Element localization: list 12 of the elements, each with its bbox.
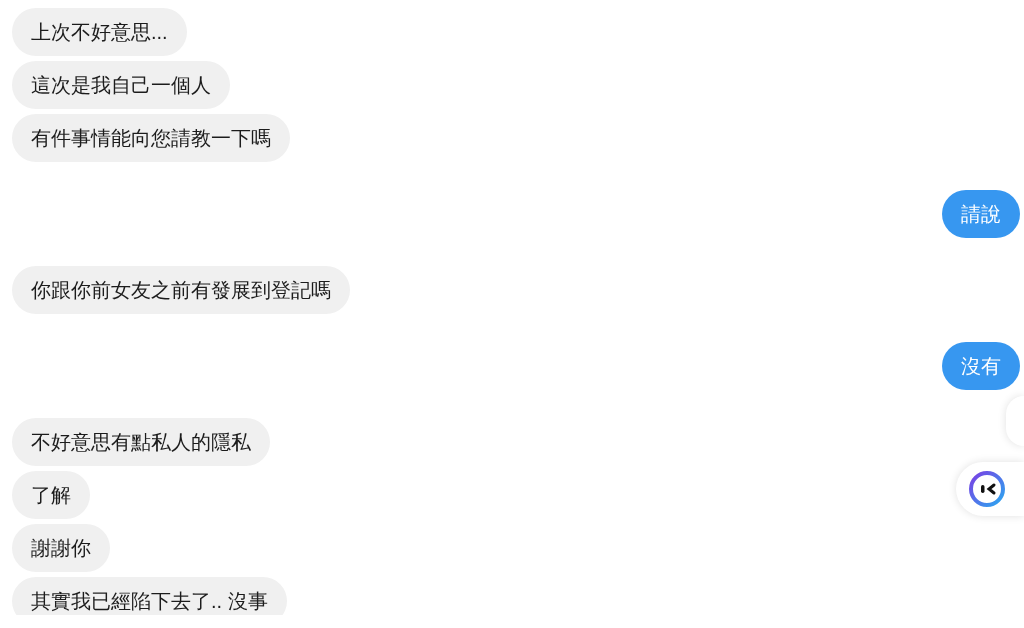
assistant-button[interactable] (956, 462, 1024, 516)
outgoing-message: 沒有 (942, 342, 1020, 390)
incoming-message: 其實我已經陷下去了.. 沒事 (12, 577, 287, 615)
outgoing-message: 請說 (942, 190, 1020, 238)
face-logo-icon (968, 470, 1006, 508)
incoming-message: 有件事情能向您請教一下嗎 (12, 114, 290, 162)
incoming-message: 上次不好意思... (12, 8, 187, 56)
incoming-message: 謝謝你 (12, 524, 110, 572)
incoming-message: 了解 (12, 471, 90, 519)
incoming-message: 你跟你前女友之前有發展到登記嗎 (12, 266, 350, 314)
incoming-message: 這次是我自己一個人 (12, 61, 230, 109)
incoming-message: 不好意思有點私人的隱私 (12, 418, 270, 466)
